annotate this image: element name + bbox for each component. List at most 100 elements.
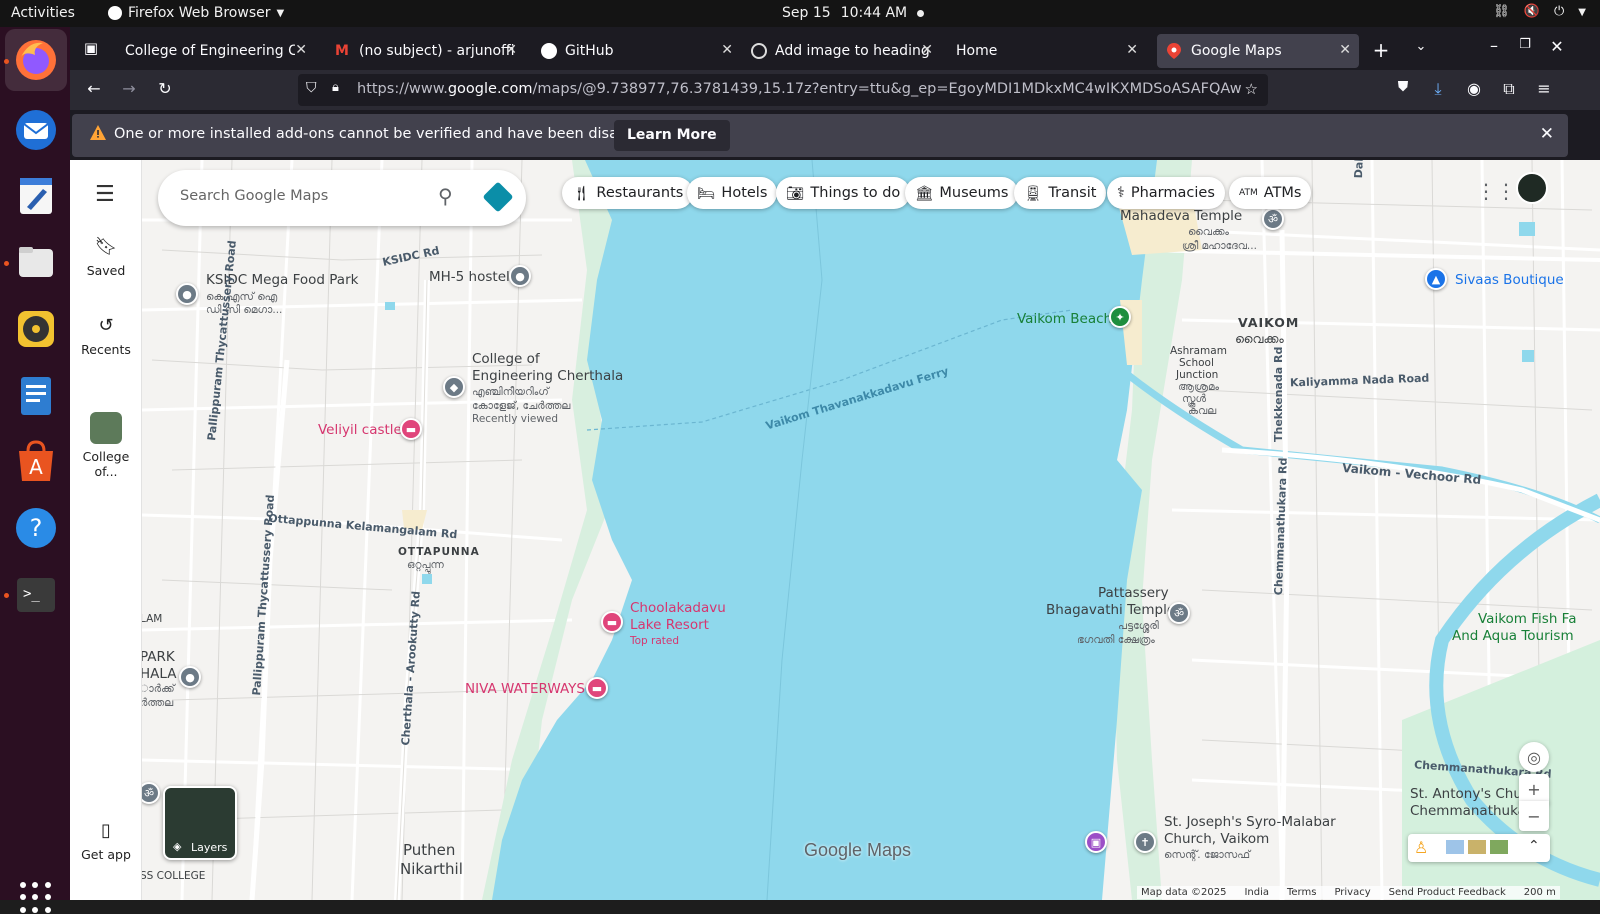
- temple-pin-icon[interactable]: ॐ: [1262, 208, 1284, 230]
- place-label[interactable]: Vaikom Beach: [1017, 311, 1112, 328]
- url-text[interactable]: https://www.google.com/maps/@9.738977,76…: [357, 81, 1242, 97]
- privacy-link[interactable]: Privacy: [1334, 887, 1370, 898]
- learn-more-button[interactable]: Learn More: [614, 120, 730, 151]
- place-label[interactable]: College of: [472, 351, 540, 368]
- show-apps-icon[interactable]: [20, 882, 52, 914]
- clock[interactable]: Sep 15 10:44 AM: [782, 5, 925, 21]
- recents-button[interactable]: ↺ Recents: [70, 315, 142, 357]
- tab-home[interactable]: Home ✕: [946, 34, 1146, 68]
- imagery-thumb[interactable]: [1490, 840, 1508, 854]
- tab-gmail[interactable]: M (no subject) - arjunoffic ✕: [325, 34, 525, 68]
- dock-terminal[interactable]: >_: [13, 572, 59, 618]
- menu-icon[interactable]: ≡: [1533, 79, 1555, 98]
- chip-museums[interactable]: 🏛︎ Museums: [905, 177, 1019, 209]
- saved-button[interactable]: 🔖︎ Saved: [70, 236, 142, 278]
- feedback-link[interactable]: Send Product Feedback: [1389, 887, 1506, 898]
- back-icon[interactable]: ←: [83, 79, 105, 98]
- chip-restaurants[interactable]: 🍴︎ Restaurants: [562, 177, 694, 209]
- chevron-up-icon[interactable]: ⌃: [1528, 838, 1540, 854]
- place-label[interactable]: Veliyil castle: [318, 422, 402, 439]
- recent-place[interactable]: College of...: [70, 412, 142, 479]
- close-tab-icon[interactable]: ✕: [1126, 42, 1138, 58]
- lock-icon[interactable]: 🔒︎: [332, 80, 339, 95]
- pocket-icon[interactable]: ⛊: [1392, 79, 1414, 95]
- imagery-thumb[interactable]: [1446, 840, 1464, 854]
- place-label[interactable]: Sivaas Boutique: [1455, 272, 1564, 289]
- tab-github[interactable]: GitHub ✕: [531, 34, 741, 68]
- bookmark-star-icon[interactable]: ☆: [1245, 80, 1258, 98]
- dock-writer[interactable]: [13, 373, 59, 419]
- photo-pin-icon[interactable]: ▣: [1085, 831, 1107, 853]
- restore-icon[interactable]: ❐: [1514, 37, 1536, 52]
- place-pin-icon[interactable]: ●: [509, 265, 531, 287]
- chip-atms[interactable]: ATM ATMs: [1229, 177, 1312, 209]
- close-tab-icon[interactable]: ✕: [295, 42, 307, 58]
- school-pin-icon[interactable]: ◆: [443, 376, 465, 398]
- chip-things-to-do[interactable]: 📷︎ Things to do: [776, 177, 911, 209]
- dock-software[interactable]: A: [13, 439, 59, 485]
- place-label[interactable]: Mahadeva Temple: [1120, 208, 1242, 225]
- activities-button[interactable]: Activities: [11, 5, 75, 21]
- chip-transit[interactable]: 🚆︎ Transit: [1014, 177, 1107, 209]
- search-icon[interactable]: ⚲: [438, 184, 453, 208]
- app-menu[interactable]: Firefox Web Browser ▼: [108, 5, 284, 21]
- temple-pin-icon[interactable]: ॐ: [1168, 602, 1190, 624]
- avatar[interactable]: [1516, 172, 1548, 204]
- place-label[interactable]: Church, Vaikom: [1164, 831, 1269, 848]
- beach-pin-icon[interactable]: ✦: [1109, 306, 1131, 328]
- account-icon[interactable]: ◉: [1463, 79, 1485, 98]
- directions-icon[interactable]: [482, 181, 514, 213]
- close-tab-icon[interactable]: ✕: [921, 42, 933, 58]
- dock-text-editor[interactable]: [13, 173, 59, 219]
- dock-thunderbird[interactable]: [13, 107, 59, 153]
- place-label[interactable]: And Aqua Tourism: [1452, 628, 1574, 645]
- zoom-out-button[interactable]: −: [1519, 801, 1549, 831]
- place-label[interactable]: Bhagavathi Temple: [1046, 602, 1175, 619]
- place-label[interactable]: Engineering Cherthala: [472, 368, 623, 385]
- dock-firefox[interactable]: [5, 29, 67, 91]
- place-pin-icon[interactable]: ●: [179, 666, 201, 688]
- layers-button[interactable]: ◈ Layers: [163, 786, 237, 860]
- terms-link[interactable]: Terms: [1287, 887, 1316, 898]
- get-app-button[interactable]: ▯ Get app: [70, 820, 142, 862]
- dock-files[interactable]: [13, 239, 59, 285]
- chevron-down-icon[interactable]: ⌄: [1410, 39, 1432, 54]
- shopping-pin-icon[interactable]: ▲: [1425, 268, 1447, 290]
- pegman-icon[interactable]: ♙: [1414, 838, 1428, 857]
- place-label[interactable]: St. Antony's Churc: [1410, 786, 1535, 803]
- country-link[interactable]: India: [1244, 887, 1269, 898]
- place-label[interactable]: Chemmanathukar: [1410, 803, 1532, 820]
- close-window-icon[interactable]: ✕: [1546, 37, 1568, 56]
- dock-rhythmbox[interactable]: [13, 306, 59, 352]
- church-pin-icon[interactable]: ✝: [1134, 831, 1156, 853]
- close-icon[interactable]: ✕: [1540, 124, 1554, 144]
- imagery-strip[interactable]: ♙ ⌃: [1408, 834, 1550, 862]
- search-box[interactable]: Search Google Maps ⚲: [158, 170, 526, 226]
- zoom-in-button[interactable]: +: [1519, 774, 1549, 804]
- tab-chatgpt[interactable]: Add image to heading ✕: [741, 34, 941, 68]
- scale-label[interactable]: 200 m: [1524, 887, 1556, 898]
- close-tab-icon[interactable]: ✕: [505, 42, 517, 58]
- chip-hotels[interactable]: 🛏︎ Hotels: [687, 177, 778, 209]
- system-tray[interactable]: ⛓ 🔇 ⏻ ▼: [1493, 4, 1586, 19]
- close-tab-icon[interactable]: ✕: [1339, 42, 1351, 58]
- place-pin-icon[interactable]: ●: [176, 283, 198, 305]
- hotel-pin-icon[interactable]: ▬: [586, 677, 608, 699]
- chip-pharmacies[interactable]: ⚕ Pharmacies: [1107, 177, 1225, 209]
- url-bar[interactable]: ⛉ 🔒︎ https://www.google.com/maps/@9.7389…: [298, 74, 1268, 106]
- minimize-icon[interactable]: –: [1483, 36, 1505, 55]
- tab-google-maps[interactable]: Google Maps ✕: [1157, 34, 1359, 68]
- new-tab-icon[interactable]: +: [1370, 38, 1392, 62]
- dock-help[interactable]: ?: [13, 505, 59, 551]
- map-canvas[interactable]: KSIDC Rd KSIDC Mega Food Park കെ എസ് ഐ ഡ…: [138, 160, 1600, 900]
- place-label[interactable]: NIVA WATERWAYS: [465, 681, 585, 698]
- imagery-thumb[interactable]: [1468, 840, 1486, 854]
- place-label[interactable]: St. Joseph's Syro-Malabar: [1164, 814, 1336, 831]
- place-label[interactable]: Choolakadavu: [630, 600, 726, 617]
- close-tab-icon[interactable]: ✕: [721, 42, 733, 58]
- hotel-pin-icon[interactable]: ▬: [601, 611, 623, 633]
- hotel-pin-icon[interactable]: ▬: [400, 418, 422, 440]
- reload-icon[interactable]: ↻: [154, 79, 176, 98]
- tab-list-icon[interactable]: ▣: [80, 39, 102, 57]
- shield-icon[interactable]: ⛉: [306, 80, 317, 96]
